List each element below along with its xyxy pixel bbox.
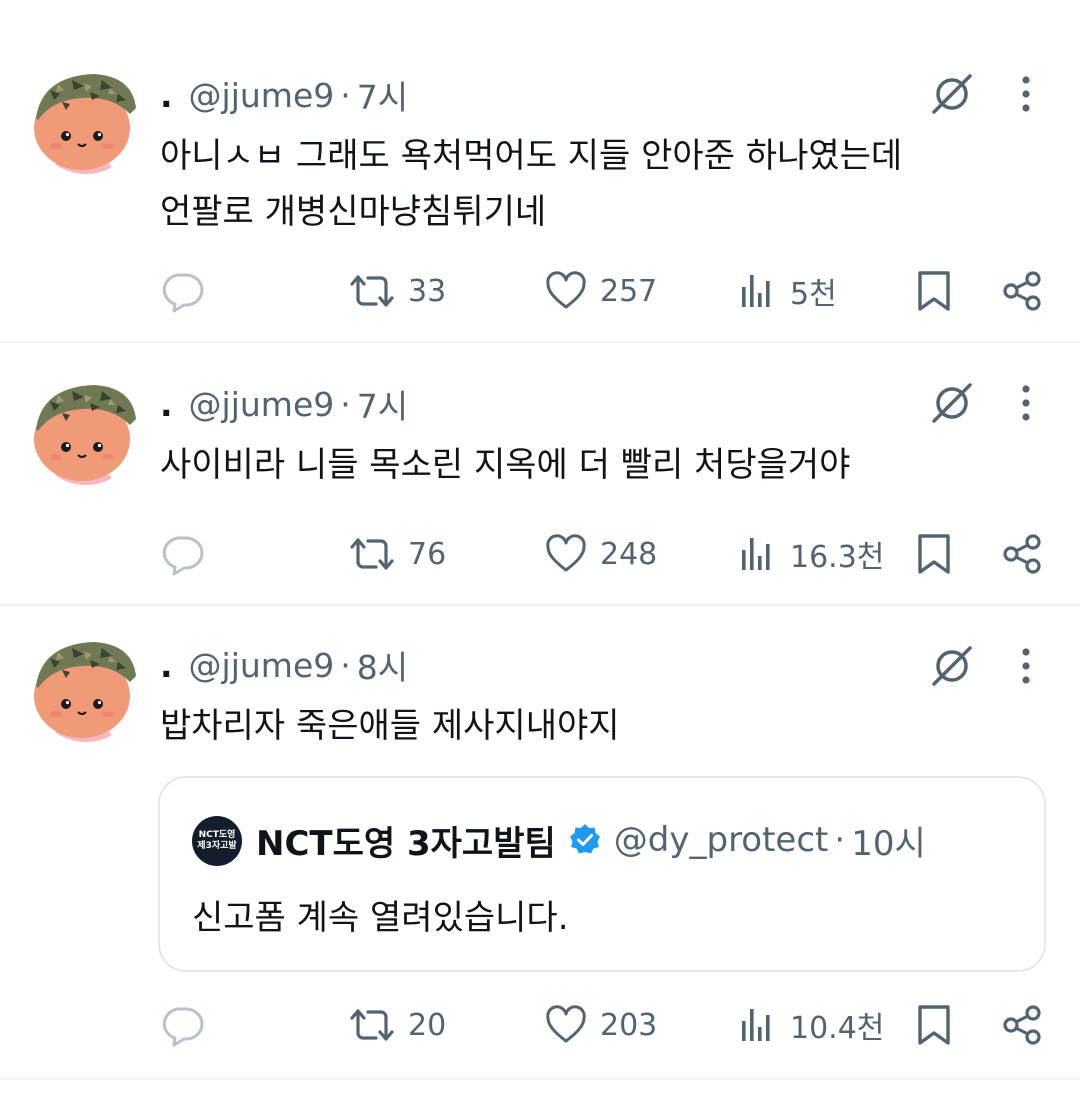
quote-avatar-text: 제3자고발 xyxy=(197,841,237,851)
quoted-tweet[interactable]: NCT도영 제3자고발 NCT도영 3자고발팀 @dy_protect · 10… xyxy=(158,776,1046,972)
display-name[interactable]: . xyxy=(160,646,173,685)
reply-icon xyxy=(160,1003,204,1047)
separator: · xyxy=(834,820,846,860)
reply-button[interactable] xyxy=(160,1000,216,1050)
tweet-text-line: 밥차리자 죽은애들 제사지내야지 xyxy=(160,706,620,746)
timestamp[interactable]: 8시 xyxy=(357,641,408,689)
share-button[interactable] xyxy=(1000,1000,1044,1050)
bookmark-icon xyxy=(914,1003,954,1047)
action-bar: 20 203 10.4천 xyxy=(0,1000,1080,1050)
like-button[interactable]: 203 xyxy=(544,1000,657,1050)
bookmark-button[interactable] xyxy=(914,1000,954,1050)
retweet-button[interactable]: 20 xyxy=(348,1000,446,1050)
heart-icon xyxy=(544,1003,588,1047)
tweet-text: 밥차리자 죽은애들 제사지내야지 xyxy=(160,698,1040,754)
quote-avatar[interactable]: NCT도영 제3자고발 xyxy=(192,816,242,866)
quote-header: NCT도영 3자고발팀 @dy_protect · 10시 xyxy=(256,814,926,866)
like-count: 203 xyxy=(600,1007,658,1043)
more-icon[interactable] xyxy=(1006,642,1046,690)
quote-timestamp[interactable]: 10시 xyxy=(851,816,926,865)
views-count: 10.4천 xyxy=(790,1011,885,1046)
quote-text: 신고폼 계속 열려있습니다. xyxy=(192,898,569,938)
quote-avatar-text: NCT도영 xyxy=(198,830,236,840)
views-icon xyxy=(738,1003,778,1047)
share-icon xyxy=(1000,1003,1044,1047)
views-button[interactable]: 10.4천 xyxy=(738,1000,884,1050)
divider xyxy=(0,1078,1080,1080)
separator: · xyxy=(340,645,351,685)
verified-badge-icon xyxy=(569,824,600,854)
retweet-icon xyxy=(348,1003,396,1047)
quote-handle[interactable]: @dy_protect xyxy=(614,820,829,860)
quote-display-name[interactable]: NCT도영 3자고발팀 xyxy=(256,816,556,865)
grok-icon[interactable] xyxy=(928,642,976,690)
tweet[interactable]: . @jjume9 · 8시 밥차리자 죽은애들 제사지내야지 NCT도영 제3… xyxy=(0,0,1080,1080)
avatar[interactable] xyxy=(32,634,140,742)
tweet-header: . @jjume9 · 8시 xyxy=(160,640,408,690)
retweet-count: 20 xyxy=(408,1007,447,1043)
user-handle[interactable]: @jjume9 xyxy=(189,646,335,685)
